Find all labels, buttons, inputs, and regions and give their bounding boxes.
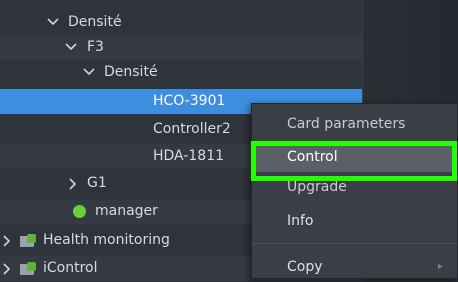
menu-item-label: Upgrade	[287, 179, 347, 195]
tree-node-label: Densité	[104, 64, 158, 80]
menu-item-control[interactable]: Control	[252, 142, 457, 172]
menu-separator	[252, 243, 457, 244]
tree-node-label: Densité	[68, 14, 122, 30]
menu-item-copy[interactable]: Copy ▸	[252, 252, 457, 282]
chevron-down-icon[interactable]	[82, 60, 96, 85]
menu-item-card-parameters[interactable]: Card parameters	[252, 109, 457, 139]
chevron-down-icon[interactable]	[64, 35, 78, 60]
chevron-right-icon[interactable]	[0, 256, 14, 281]
tree-node-label: Health monitoring	[43, 232, 170, 248]
tree-node-label: F3	[87, 39, 104, 55]
menu-item-label: Info	[287, 213, 314, 229]
folder-icon	[20, 262, 36, 275]
menu-item-upgrade[interactable]: Upgrade	[252, 172, 457, 202]
tree-node-label: HCO-3901	[153, 93, 226, 109]
tree-node-densite-root[interactable]: Densité	[0, 10, 362, 35]
status-dot-icon	[73, 205, 86, 218]
tree-node-label: G1	[87, 175, 107, 191]
menu-item-info[interactable]: Info	[252, 206, 457, 236]
tree-node-f3[interactable]: F3	[0, 35, 362, 60]
chevron-right-icon[interactable]	[0, 228, 14, 253]
context-menu: Card parameters Control Upgrade Info Cop…	[251, 103, 458, 279]
menu-item-label: Card parameters	[287, 116, 406, 132]
chevron-right-icon[interactable]	[66, 171, 80, 196]
tree-node-label: Controller2	[153, 121, 231, 137]
tree-node-label: iControl	[43, 260, 98, 276]
tree-node-label: manager	[95, 203, 158, 219]
tree-node-densite-child[interactable]: Densité	[0, 60, 362, 85]
menu-item-label: Copy	[287, 259, 323, 275]
tree-node-label: HDA-1811	[153, 148, 225, 164]
submenu-arrow-icon: ▸	[437, 261, 443, 272]
folder-icon	[20, 234, 36, 247]
chevron-down-icon[interactable]	[46, 10, 60, 35]
menu-item-label: Control	[287, 149, 338, 165]
